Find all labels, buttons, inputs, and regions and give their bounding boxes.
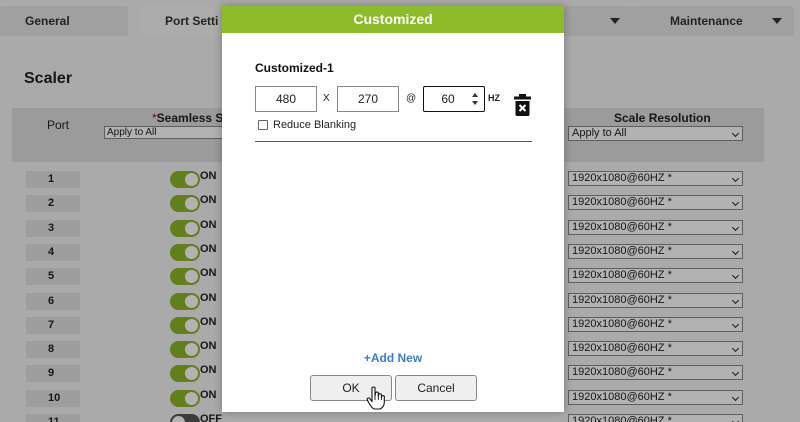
trash-icon[interactable] xyxy=(514,94,531,116)
width-input[interactable]: 480 xyxy=(255,86,317,112)
x-separator: X xyxy=(323,93,330,104)
add-new-link[interactable]: +Add New xyxy=(222,351,564,365)
at-separator: @ xyxy=(406,93,417,104)
refresh-rate-value: 60 xyxy=(441,92,455,106)
config-name: Customized-1 xyxy=(255,61,334,75)
spinner-arrows-icon[interactable] xyxy=(471,93,479,105)
hand-pointer-icon xyxy=(366,386,385,410)
reduce-blanking-row[interactable]: Reduce Blanking xyxy=(258,119,356,131)
customized-dialog: Customized Customized-1 480 X 270 @ 60 H… xyxy=(222,6,564,412)
reduce-blanking-checkbox[interactable] xyxy=(258,120,268,130)
reduce-blanking-label: Reduce Blanking xyxy=(273,119,357,131)
hz-unit: HZ xyxy=(488,93,500,103)
cancel-button[interactable]: Cancel xyxy=(395,375,477,401)
refresh-rate-stepper[interactable]: 60 xyxy=(423,86,485,112)
divider xyxy=(255,141,532,142)
height-input[interactable]: 270 xyxy=(337,86,399,112)
dialog-title: Customized xyxy=(222,6,564,33)
